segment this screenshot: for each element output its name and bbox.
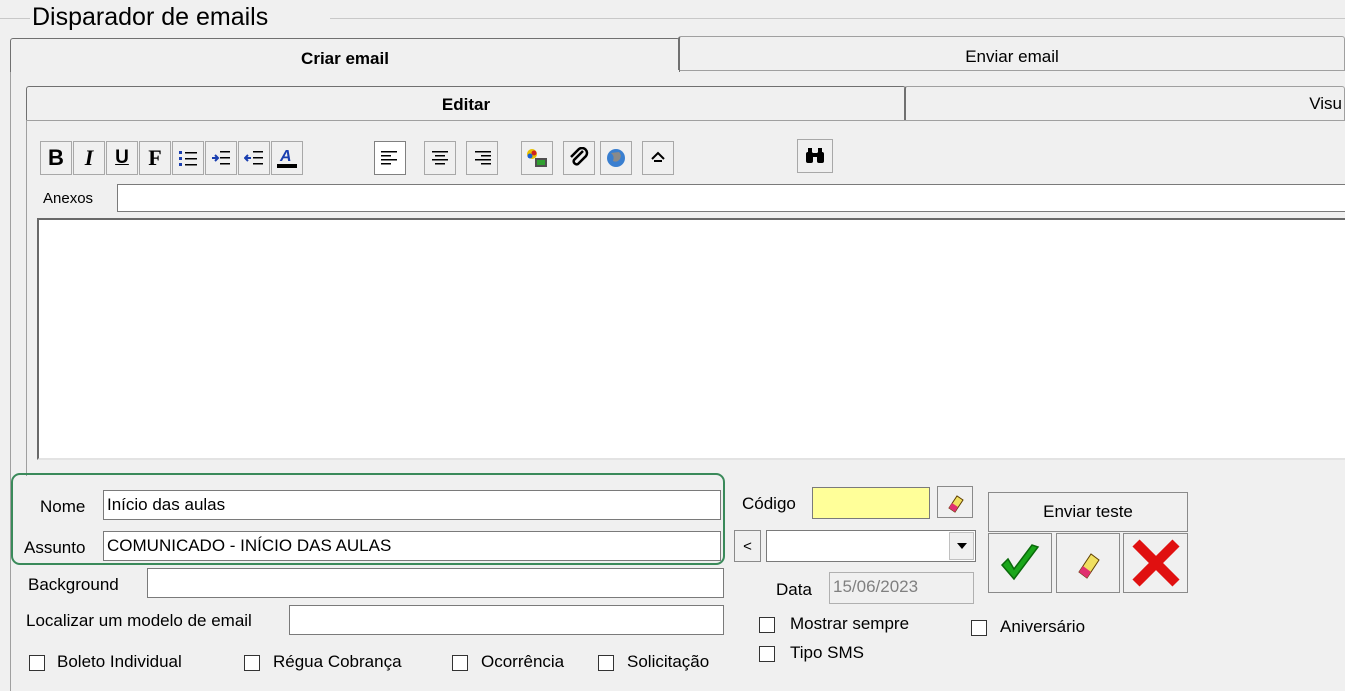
insert-image-button[interactable] [521,141,553,175]
enviar-teste-label: Enviar teste [1043,502,1133,521]
font-icon: F [148,145,162,170]
nome-field[interactable]: Início das aulas [103,490,721,520]
solicitacao-checkbox[interactable] [598,655,614,671]
background-label: Background [28,575,119,594]
align-left-icon [381,151,397,165]
eraser-icon [1078,553,1100,579]
align-right-button[interactable] [466,141,498,175]
bold-icon: B [48,145,64,170]
insert-link-button[interactable] [600,141,632,175]
tipo-sms-label: Tipo SMS [790,643,865,662]
tab-visualizar[interactable]: Visu [904,86,1345,120]
align-center-button[interactable] [424,141,456,175]
cancel-button[interactable] [1123,533,1188,593]
paperclip-icon [570,147,589,166]
modelo-combo-dropdown-button[interactable] [949,532,974,560]
solicitacao-label: Solicitação [627,652,710,671]
font-button[interactable]: F [139,141,171,175]
codigo-clear-button[interactable] [937,486,973,518]
nome-label: Nome [40,497,86,516]
attach-button[interactable] [563,141,595,175]
clear-button[interactable] [1056,533,1120,593]
bullet-list-button[interactable] [172,141,204,175]
modelo-combo[interactable] [766,530,976,562]
underline-button[interactable]: U [106,141,138,175]
tab-criar-email-label: Criar email [301,49,389,68]
home-button[interactable] [642,141,674,175]
font-color-button[interactable]: A [271,141,303,175]
regua-cobranca-checkbox[interactable] [244,655,260,671]
eraser-icon [948,495,964,513]
assunto-label: Assunto [24,538,86,557]
align-right-icon [475,151,491,165]
regua-cobranca-label: Régua Cobrança [273,652,402,671]
tab-enviar-email[interactable]: Enviar email [678,36,1345,70]
anexos-label: Anexos [43,190,94,207]
indent-button[interactable] [205,141,237,175]
checkmark-icon [1000,544,1040,581]
anexos-field[interactable] [117,184,1345,212]
prev-button[interactable]: < [734,530,761,562]
italic-icon: I [84,145,94,170]
ocorrencia-label: Ocorrência [481,652,565,671]
align-left-button[interactable] [374,141,406,175]
email-body-editor[interactable] [37,218,1345,460]
svg-text:A: A [279,148,292,165]
underline-icon: U [115,147,129,168]
indent-icon [212,151,230,165]
tab-criar-email[interactable]: Criar email [10,38,680,72]
binoculars-icon [806,148,824,163]
chevron-down-icon [956,543,967,549]
data-label: Data [776,580,812,599]
localizar-label: Localizar um modelo de email [26,611,252,630]
prev-label: < [743,537,752,555]
bullet-list-icon [179,151,197,166]
find-button[interactable] [797,139,833,173]
enviar-teste-button[interactable]: Enviar teste [988,492,1188,532]
assunto-field[interactable]: COMUNICADO - INÍCIO DAS AULAS [103,531,721,561]
close-icon [1131,539,1180,587]
outdent-button[interactable] [238,141,270,175]
outdent-icon [244,151,263,165]
home-icon [651,151,665,162]
align-center-icon [432,151,448,165]
insert-image-icon [527,149,547,167]
tab-enviar-email-label: Enviar email [965,47,1059,66]
tab-visualizar-label: Visu [1309,94,1342,113]
globe-icon [607,149,625,167]
group-frame-top-left [0,18,30,19]
localizar-field[interactable] [289,605,724,635]
italic-button[interactable]: I [73,141,105,175]
aniversario-label: Aniversário [1000,617,1086,636]
tab-editar[interactable]: Editar [26,86,906,120]
codigo-field[interactable] [812,487,930,519]
group-title: Disparador de emails [30,2,275,32]
aniversario-checkbox[interactable] [971,620,987,636]
bold-button[interactable]: B [40,141,72,175]
boleto-individual-checkbox[interactable] [29,655,45,671]
mostrar-sempre-checkbox[interactable] [759,617,775,633]
ocorrencia-checkbox[interactable] [452,655,468,671]
data-field[interactable]: 15/06/2023 [829,572,974,604]
mostrar-sempre-label: Mostrar sempre [790,614,910,633]
codigo-label: Código [742,494,796,513]
font-color-icon: A [277,148,297,168]
tab-editar-label: Editar [441,95,491,114]
background-field[interactable] [147,568,724,598]
tipo-sms-checkbox[interactable] [759,646,775,662]
confirm-button[interactable] [988,533,1052,593]
boleto-individual-label: Boleto Individual [57,652,182,671]
group-frame-top-right [330,18,1345,19]
